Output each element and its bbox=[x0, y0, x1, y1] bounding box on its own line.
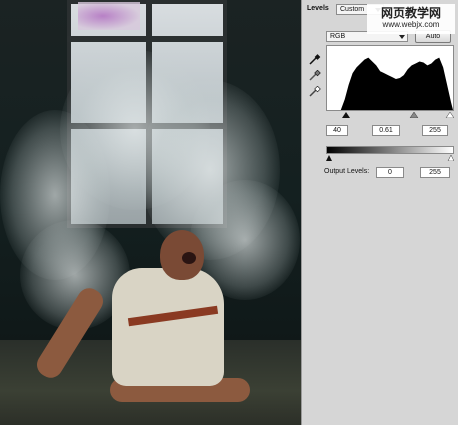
person-mouth bbox=[182, 252, 196, 264]
output-white-field[interactable]: 255 bbox=[420, 167, 450, 178]
auto-button-label: Auto bbox=[425, 33, 441, 40]
channel-value: RGB bbox=[330, 33, 346, 40]
photo-canvas bbox=[0, 0, 301, 425]
output-levels-slider[interactable] bbox=[326, 155, 454, 161]
window-frame bbox=[67, 36, 227, 42]
eyedropper-gray-icon[interactable] bbox=[308, 70, 321, 81]
watermark-url: www.webjx.com bbox=[382, 20, 440, 29]
eyedropper-black-icon[interactable] bbox=[308, 54, 321, 65]
input-black-field[interactable]: 40 bbox=[326, 125, 348, 136]
watermark-title: 网页教学网 bbox=[380, 6, 441, 20]
output-black-field[interactable]: 0 bbox=[376, 167, 404, 178]
output-black-handle bbox=[326, 155, 332, 161]
white-point-handle bbox=[445, 112, 454, 118]
person-shirt bbox=[112, 268, 224, 386]
histogram bbox=[326, 45, 454, 111]
input-white-field[interactable]: 255 bbox=[422, 125, 448, 136]
panel-title: Levels bbox=[307, 5, 329, 12]
output-white-handle bbox=[447, 155, 454, 161]
input-levels-slider[interactable] bbox=[326, 112, 454, 118]
histogram-shape bbox=[327, 57, 453, 110]
output-levels-label: Output Levels: bbox=[324, 168, 370, 175]
graffiti bbox=[78, 2, 140, 30]
watermark: 网页教学网 www.webjx.com bbox=[367, 4, 455, 34]
input-gamma-field[interactable]: 0.61 bbox=[372, 125, 400, 136]
preset-value: Custom bbox=[340, 6, 365, 13]
chevron-down-icon bbox=[399, 35, 405, 39]
eyedropper-white-icon[interactable] bbox=[308, 86, 321, 97]
levels-panel: Levels Custom RGB Auto 40 0.61 255 Outpu… bbox=[301, 0, 458, 425]
gamma-handle bbox=[409, 112, 419, 118]
output-gradient-bar bbox=[326, 146, 454, 154]
black-point-handle bbox=[342, 112, 350, 118]
